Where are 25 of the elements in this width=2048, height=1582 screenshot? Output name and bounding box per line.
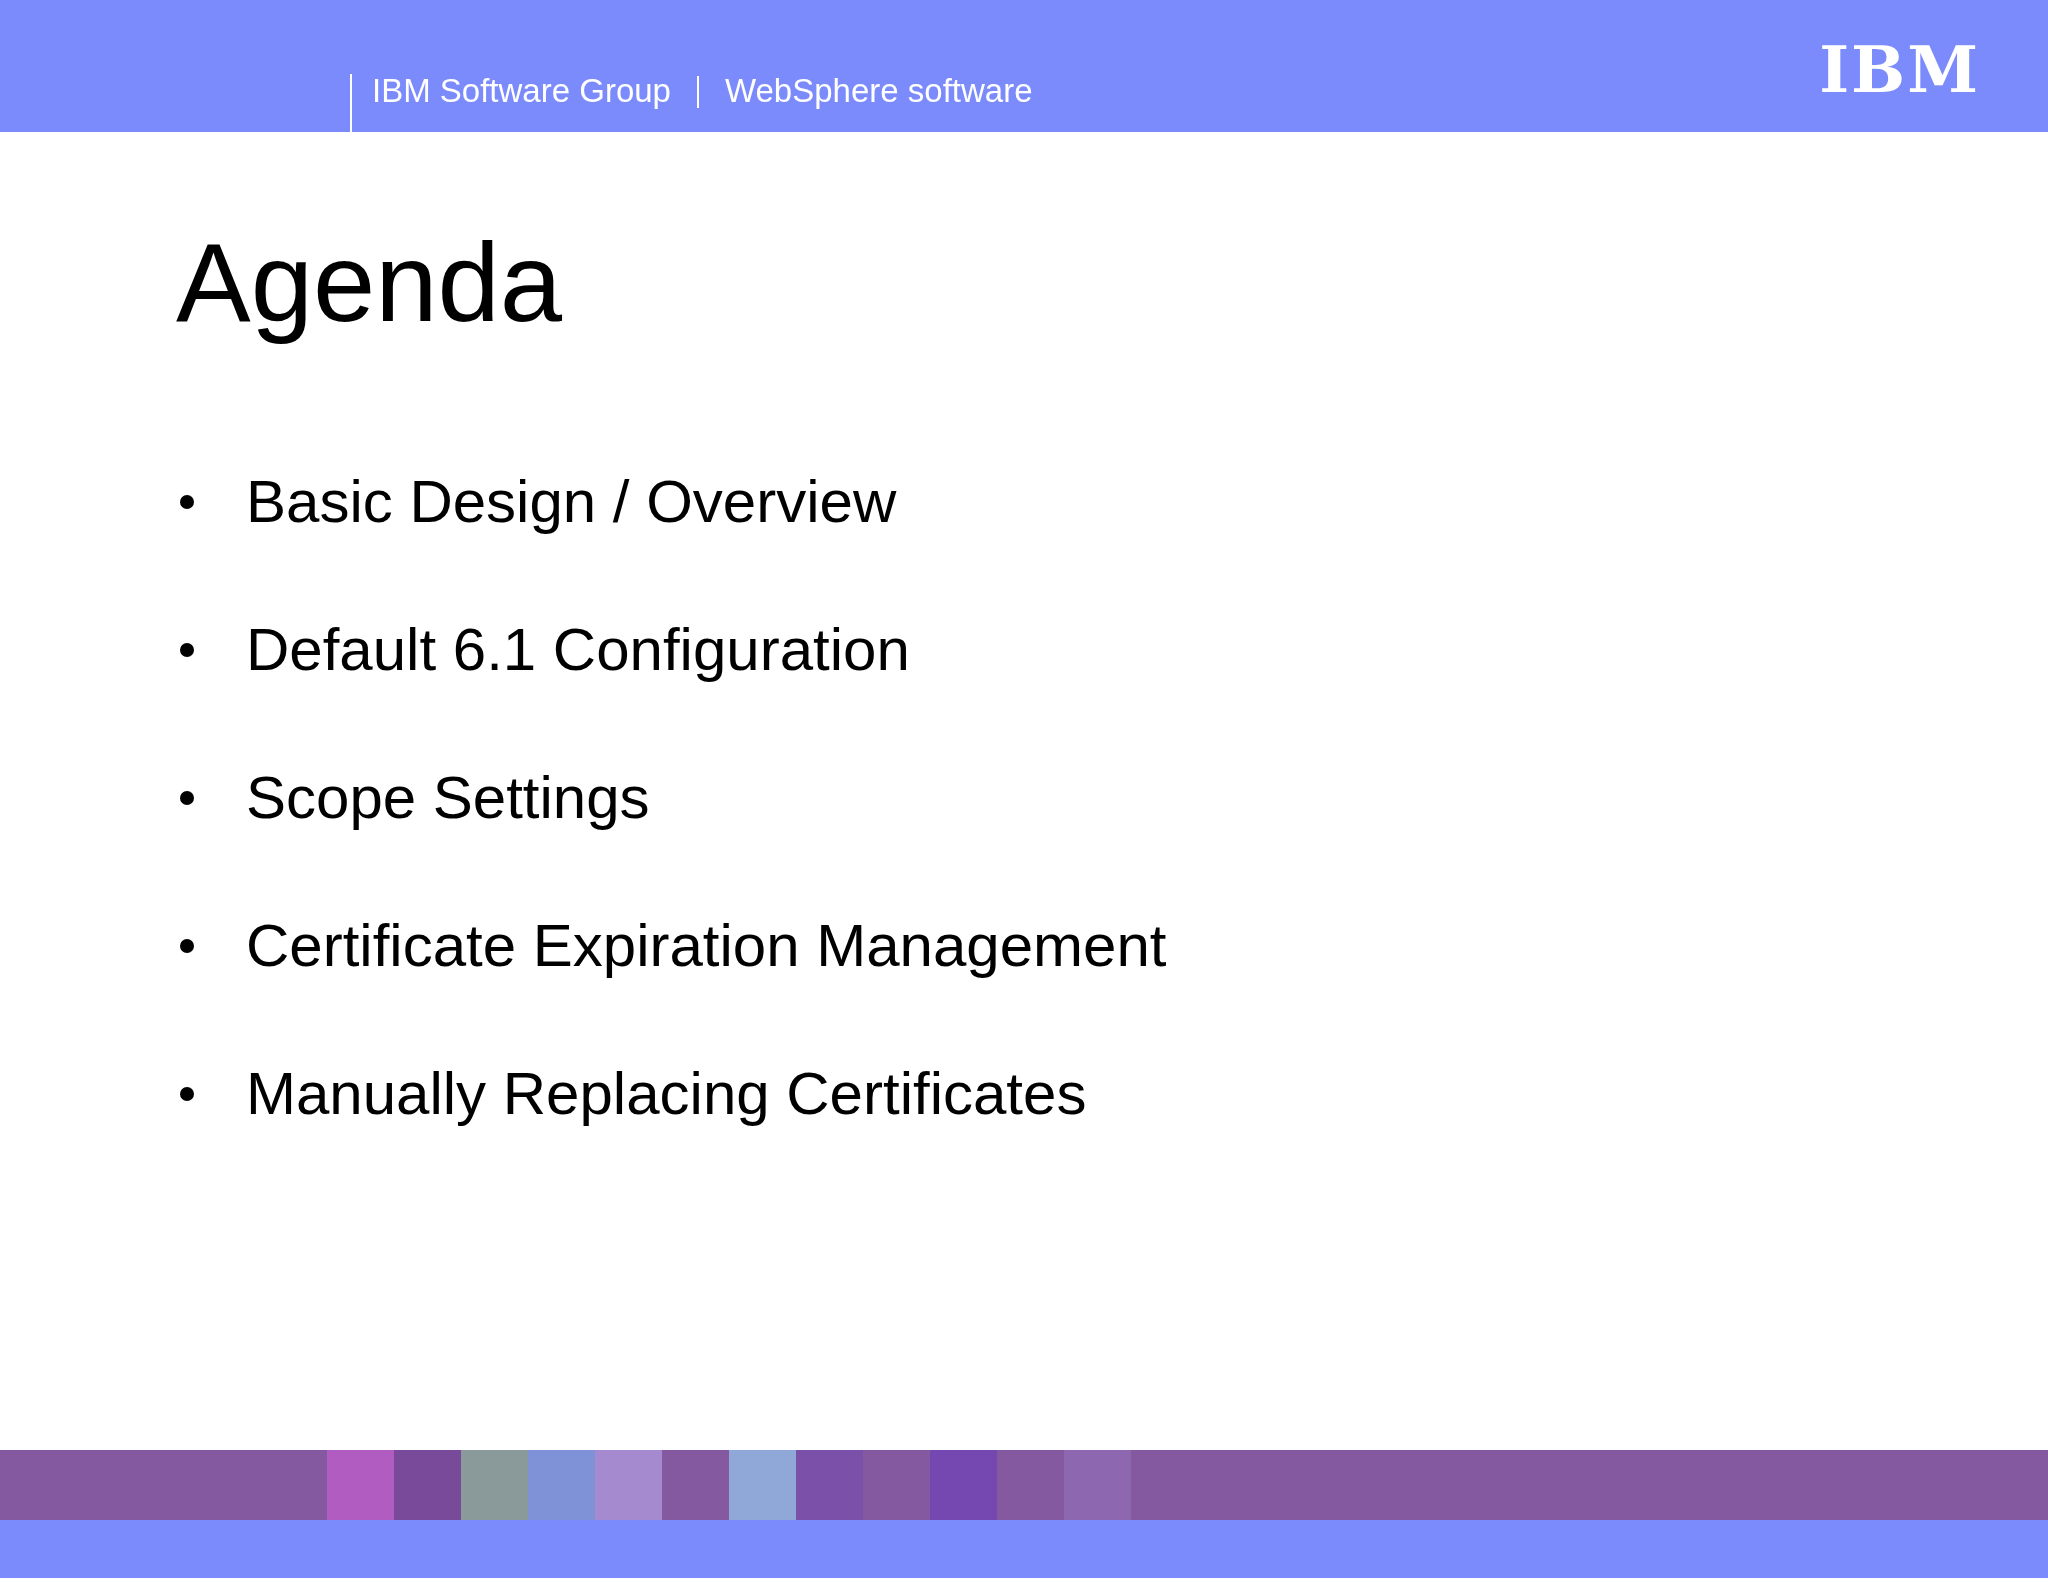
bullet-icon [180,494,194,509]
divider-line [350,74,352,132]
bullet-text: Manually Replacing Certificates [246,1059,1087,1129]
photo-placeholder [729,1450,796,1520]
photo-placeholder [595,1450,662,1520]
bullet-icon [180,938,194,953]
bullet-text: Scope Settings [246,763,650,833]
bullet-icon [180,1086,194,1101]
photo-placeholder [796,1450,863,1520]
photo-placeholder [930,1450,997,1520]
bullet-icon [180,642,194,657]
slide-title: Agenda [176,219,564,347]
photo-placeholder [1064,1450,1131,1520]
group-name: IBM Software Group [372,72,671,110]
company-logo: IBM [1819,38,1980,102]
bullet-text: Default 6.1 Configuration [246,615,910,685]
photo-placeholder [461,1450,528,1520]
photo-placeholder [528,1450,595,1520]
bullet-text: Certificate Expiration Management [246,911,1167,981]
product-name: WebSphere software [724,72,1033,110]
bullet-icon [180,790,194,805]
photo-placeholder [394,1450,461,1520]
bullet-text: Basic Design / Overview [246,467,897,537]
photo-placeholder [327,1450,394,1520]
divider-line [696,76,699,108]
